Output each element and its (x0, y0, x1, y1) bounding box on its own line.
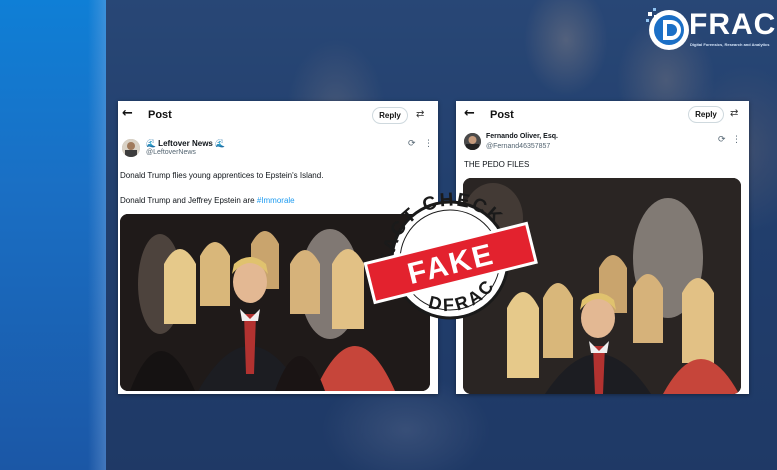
user-handle[interactable]: @LeftoverNews (146, 149, 196, 156)
post-title: Post (148, 109, 172, 121)
tweet-text-line2: Donald Trump and Jeffrey Epstein are #Im… (120, 196, 295, 205)
display-name[interactable]: Fernando Oliver, Esq. (486, 133, 558, 140)
tune-icon[interactable]: ⇄ (730, 108, 738, 119)
avatar[interactable] (464, 133, 481, 150)
tweet-text: THE PEDO FILES (464, 160, 530, 169)
grok-icon[interactable]: ⟳ (718, 135, 726, 145)
avatar-image (464, 133, 481, 150)
dfrac-logo: FRAC Digital Forensics, Research and Ana… (643, 6, 777, 54)
display-name[interactable]: 🌊 Leftover News 🌊 (146, 139, 225, 148)
logo-wordmark: FRAC (689, 8, 777, 41)
more-icon[interactable]: ⋮ (732, 135, 741, 145)
reply-button[interactable]: Reply (372, 107, 408, 124)
user-handle[interactable]: @Fernand46357857 (486, 143, 550, 150)
more-icon[interactable]: ⋮ (424, 139, 433, 149)
avatar-image (122, 139, 140, 157)
left-brand-band (0, 0, 106, 470)
tweet-text-line1: Donald Trump flies young apprentices to … (120, 171, 324, 180)
reply-button[interactable]: Reply (688, 106, 724, 123)
grok-icon[interactable]: ⟳ (408, 139, 416, 149)
tune-icon[interactable]: ⇄ (416, 109, 424, 120)
tweet-header: ← Post Reply ⇄ (118, 101, 438, 131)
fact-check-fake-stamp: FACT CHECK DFRAC FAKE (363, 176, 538, 322)
back-arrow-icon[interactable]: ← (122, 106, 133, 121)
tweet-header: ← Post Reply ⇄ (456, 101, 749, 131)
dfrac-logo-icon (646, 8, 689, 50)
avatar[interactable] (122, 139, 140, 157)
logo-tagline: Digital Forensics, Research and Analytic… (690, 42, 770, 47)
hashtag-link[interactable]: #Immorale (257, 196, 295, 205)
back-arrow-icon[interactable]: ← (464, 106, 475, 121)
screenshot-canvas: FRAC Digital Forensics, Research and Ana… (0, 0, 777, 470)
post-title: Post (490, 109, 514, 121)
tweet-text-line2-prefix: Donald Trump and Jeffrey Epstein are (120, 196, 257, 205)
